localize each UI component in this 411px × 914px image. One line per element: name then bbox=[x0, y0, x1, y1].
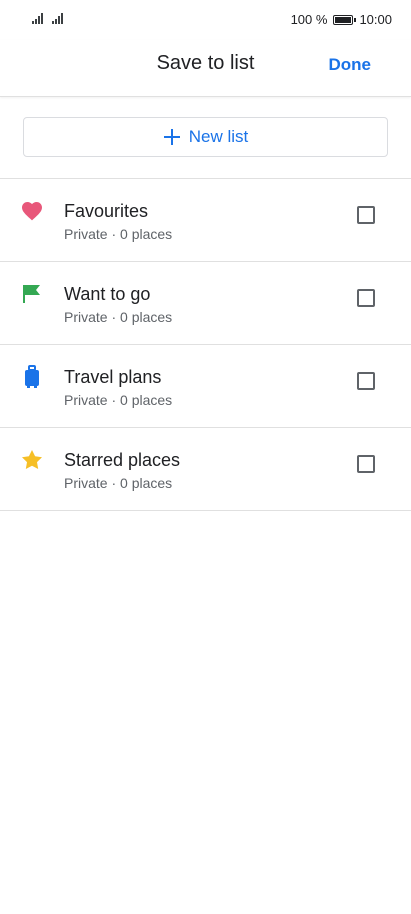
favourites-checkbox[interactable] bbox=[357, 206, 375, 224]
signal-indicators bbox=[32, 12, 66, 24]
list-name: Favourites bbox=[64, 201, 149, 221]
list-item-starred-places[interactable]: Starred places Private · 0 places bbox=[0, 428, 411, 511]
heart-icon bbox=[22, 202, 42, 221]
list-item-travel-plans[interactable]: Travel plans Private · 0 places bbox=[0, 345, 411, 428]
status-right: 100 % 10:00 bbox=[291, 12, 392, 27]
done-button[interactable]: Done bbox=[329, 55, 372, 75]
list-item-favourites[interactable]: Favourites Private · 0 places bbox=[0, 179, 411, 262]
battery-icon bbox=[333, 14, 357, 25]
battery-percentage: 100 % bbox=[290, 12, 328, 27]
list-item-want-to-go[interactable]: Want to go Private · 0 places bbox=[0, 262, 411, 345]
list-name: Starred places bbox=[64, 450, 181, 470]
new-list-button[interactable]: New list bbox=[23, 117, 388, 157]
status-bar: 100 % 10:00 bbox=[0, 0, 411, 40]
header: Save to list Done bbox=[0, 40, 411, 97]
list-meta: Private · 0 places bbox=[64, 226, 173, 242]
flag-icon bbox=[23, 285, 40, 303]
starred-places-checkbox[interactable] bbox=[357, 455, 375, 473]
list-meta: Private · 0 places bbox=[64, 392, 173, 408]
list-meta: Private · 0 places bbox=[64, 309, 173, 325]
new-list-label: New list bbox=[188, 127, 249, 146]
signal-strength-icon bbox=[52, 12, 66, 24]
saved-lists: Favourites Private · 0 places Want to go… bbox=[0, 179, 411, 511]
travel-plans-checkbox[interactable] bbox=[357, 372, 375, 390]
suitcase-icon bbox=[25, 365, 39, 388]
list-name: Travel plans bbox=[64, 367, 162, 387]
list-meta: Private · 0 places bbox=[64, 475, 173, 491]
star-icon bbox=[22, 450, 42, 470]
want-to-go-checkbox[interactable] bbox=[357, 289, 375, 307]
clock: 10:00 bbox=[359, 12, 392, 27]
signal-strength-icon bbox=[32, 12, 46, 24]
list-name: Want to go bbox=[64, 284, 151, 304]
plus-icon bbox=[163, 128, 181, 146]
